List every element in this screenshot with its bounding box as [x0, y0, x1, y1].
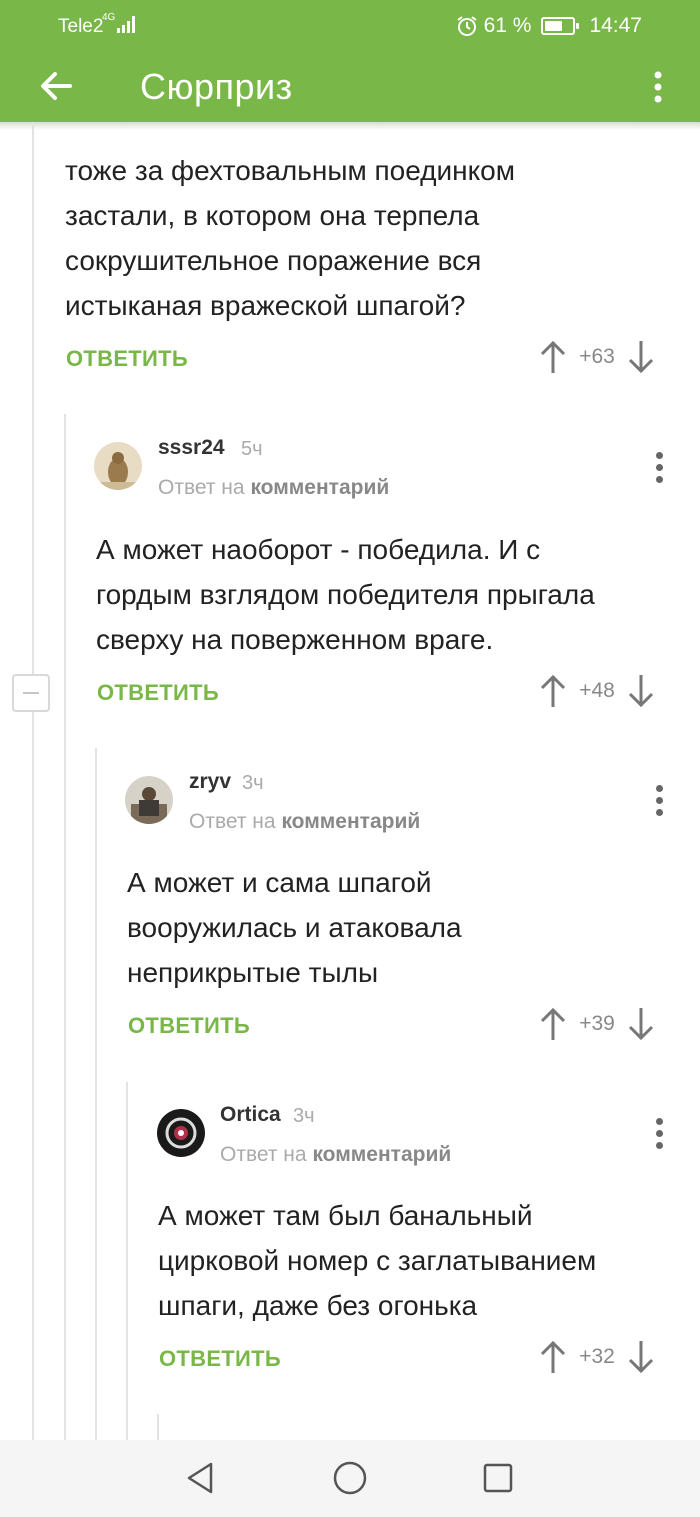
thread-line: [157, 1414, 159, 1440]
alarm-icon: [456, 16, 477, 36]
comment-score: +39: [579, 1012, 615, 1035]
comment-text: А может наоборот - победила. И с гордым …: [96, 534, 595, 655]
app-bar: Сюрприз: [0, 52, 700, 122]
avatar[interactable]: [157, 1109, 205, 1157]
signal-icon: [117, 16, 135, 33]
comment-text: А может там был банальный цирковой номер…: [158, 1200, 597, 1321]
thread-line: [95, 748, 97, 1440]
upvote-icon[interactable]: [539, 340, 567, 374]
comments-thread[interactable]: тоже за фехтовальным поединком застали, …: [0, 122, 700, 1440]
downvote-icon[interactable]: [627, 340, 655, 374]
reply-button[interactable]: ОТВЕТИТЬ: [97, 680, 219, 706]
comment-time: 5ч: [241, 438, 263, 460]
reply-button[interactable]: ОТВЕТИТЬ: [159, 1346, 281, 1372]
triangle-back-icon[interactable]: [180, 1458, 220, 1498]
comment-menu-icon[interactable]: [654, 785, 664, 819]
vote-controls: +39: [539, 1007, 655, 1041]
downvote-icon[interactable]: [627, 1340, 655, 1374]
thread-line: [64, 414, 66, 1440]
reply-button[interactable]: ОТВЕТИТЬ: [66, 346, 188, 372]
vote-controls: +63: [539, 340, 655, 374]
circle-home-icon[interactable]: [330, 1458, 370, 1498]
comment-score: +32: [579, 1345, 615, 1368]
collapse-thread-button[interactable]: [12, 674, 50, 712]
comment-time: 3ч: [293, 1105, 315, 1127]
comment-text: тоже за фехтовальным поединком застали, …: [65, 155, 515, 321]
comment-text: А может и сама шпагой вооружилась и атак…: [127, 867, 462, 988]
comment-time: 3ч: [242, 772, 264, 794]
reply-button[interactable]: ОТВЕТИТЬ: [128, 1013, 250, 1039]
vote-controls: +32: [539, 1340, 655, 1374]
upvote-icon[interactable]: [539, 674, 567, 708]
comment-score: +48: [579, 679, 615, 702]
status-bar: Tele2 4G 61 % 14:47: [0, 0, 700, 52]
thread-line: [32, 122, 34, 1440]
more-vertical-icon[interactable]: [646, 68, 670, 108]
square-recents-icon[interactable]: [478, 1458, 518, 1498]
network-type: 4G: [102, 12, 116, 23]
avatar[interactable]: [125, 776, 173, 824]
reply-to-link[interactable]: Ответ на комментарий: [158, 476, 389, 500]
comment-menu-icon[interactable]: [654, 452, 664, 486]
downvote-icon[interactable]: [627, 674, 655, 708]
upvote-icon[interactable]: [539, 1007, 567, 1041]
carrier-name: Tele2: [58, 16, 104, 37]
comment-score: +63: [579, 345, 615, 368]
status-right: 61 % 14:47: [456, 14, 642, 38]
comment-menu-icon[interactable]: [654, 1118, 664, 1152]
username[interactable]: sssr24: [158, 436, 225, 460]
battery-icon: [541, 17, 580, 35]
battery-percent: 61 %: [483, 14, 532, 37]
thread-line: [126, 1082, 128, 1440]
system-nav-bar: [0, 1440, 700, 1517]
username[interactable]: zryv: [189, 770, 231, 794]
vote-controls: +48: [539, 674, 655, 708]
reply-to-link[interactable]: Ответ на комментарий: [189, 810, 420, 834]
downvote-icon[interactable]: [627, 1007, 655, 1041]
avatar[interactable]: [94, 442, 142, 490]
reply-to-link[interactable]: Ответ на комментарий: [220, 1143, 451, 1167]
arrow-left-icon[interactable]: [36, 66, 76, 106]
upvote-icon[interactable]: [539, 1340, 567, 1374]
page-title: Сюрприз: [140, 66, 293, 107]
clock: 14:47: [589, 14, 642, 37]
username[interactable]: Ortica: [220, 1103, 281, 1127]
